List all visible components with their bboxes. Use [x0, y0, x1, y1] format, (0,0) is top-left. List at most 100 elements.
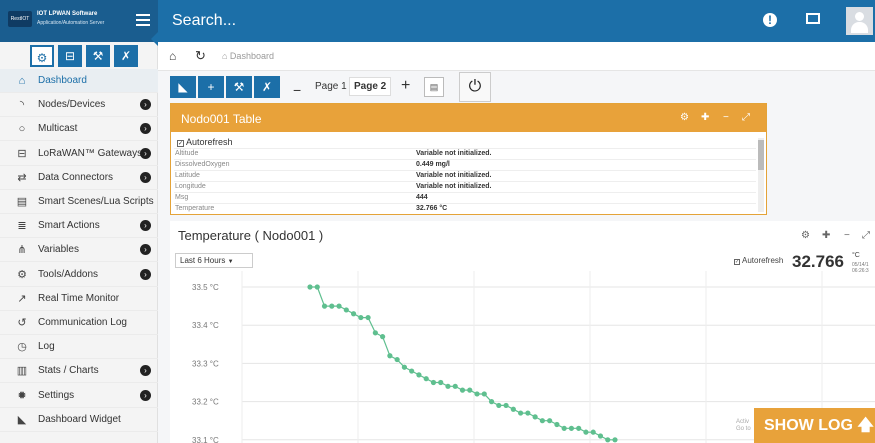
plug-icon[interactable]: ✗ — [254, 76, 280, 98]
sidebar-item-communication-log[interactable]: ↺ Communication Log — [0, 311, 158, 335]
search-input[interactable]: Search... — [172, 12, 236, 30]
data-point[interactable] — [459, 387, 466, 393]
data-point[interactable] — [350, 311, 357, 317]
data-point[interactable] — [416, 372, 422, 378]
data-point[interactable] — [576, 425, 582, 431]
sidebar-item-tools-addons[interactable]: ⚙ Tools/Addons › — [0, 263, 158, 287]
data-point[interactable] — [597, 433, 604, 439]
data-point[interactable] — [336, 303, 342, 309]
data-point[interactable] — [525, 410, 531, 416]
reload-icon[interactable]: ↻ — [195, 48, 206, 64]
data-point[interactable] — [430, 379, 437, 386]
sidebar-item-smart-scenes-lua-scripts[interactable]: ▤ Smart Scenes/Lua Scripts — [0, 190, 158, 214]
logo-area[interactable]: RestIOT IOT LPWAN Software Application/A… — [0, 0, 158, 42]
page-1-tab[interactable]: Page 1 — [315, 81, 347, 92]
data-point[interactable] — [517, 410, 524, 416]
hamburger-icon[interactable] — [136, 14, 150, 26]
chevron-right-icon[interactable]: › — [140, 171, 151, 183]
data-point[interactable] — [605, 437, 611, 443]
sidebar-item-settings[interactable]: ✹ Settings › — [0, 384, 158, 408]
data-point[interactable] — [438, 379, 444, 386]
sidebar-item-dashboard-widget[interactable]: ◣ Dashboard Widget — [0, 408, 158, 432]
add-page-button[interactable]: + — [401, 77, 410, 95]
sidebar-item-dashboard[interactable]: ⌂ Dashboard — [0, 69, 158, 93]
data-point[interactable] — [612, 437, 618, 443]
sidebar-item-multicast[interactable]: ○ Multicast › — [0, 117, 158, 142]
sidebar-item-nodes-devices[interactable]: ◝ Nodes/Devices › — [0, 93, 158, 118]
data-point[interactable] — [409, 368, 415, 374]
chevron-right-icon[interactable]: › — [140, 123, 151, 135]
data-point[interactable] — [307, 284, 313, 290]
gear-icon[interactable]: ⚙ — [680, 112, 689, 123]
data-point[interactable] — [503, 402, 509, 409]
wand-icon[interactable]: ⚒ — [226, 76, 252, 98]
gear-icon[interactable]: ⚙ — [801, 230, 810, 241]
minimize-icon[interactable]: − — [723, 112, 729, 123]
expand-icon[interactable]: ⤢ — [742, 112, 750, 123]
table-autorefresh[interactable]: ✓ Autorefresh — [177, 137, 233, 147]
plug-icon[interactable]: ✗ — [114, 45, 138, 67]
chevron-right-icon[interactable]: › — [140, 365, 151, 377]
data-point[interactable] — [590, 429, 596, 435]
chevron-right-icon[interactable]: › — [140, 244, 151, 256]
show-log-button[interactable]: SHOW LOG 🡅 — [754, 408, 875, 443]
sidebar-item-real-time-monitor[interactable]: ↗ Real Time Monitor — [0, 287, 158, 311]
breadcrumb[interactable]: ⌂ Dashboard — [222, 51, 274, 61]
data-point[interactable] — [474, 391, 480, 397]
move-icon[interactable]: ✚ — [822, 230, 830, 241]
data-point[interactable] — [358, 314, 364, 321]
data-point[interactable] — [401, 364, 408, 370]
sidebar-item-stats-charts[interactable]: ▥ Stats / Charts › — [0, 359, 158, 384]
sidebar-item-lorawan-gateways[interactable]: ⊟ LoRaWAN™ Gateways › — [0, 142, 158, 166]
move-icon[interactable]: ✚ — [701, 112, 709, 123]
data-point[interactable] — [321, 303, 328, 309]
scrollbar[interactable] — [758, 138, 764, 212]
lock-icon[interactable]: ⊟ — [58, 45, 82, 67]
chevron-right-icon[interactable]: › — [140, 389, 151, 401]
data-point[interactable] — [510, 406, 516, 412]
sidebar-item-data-connectors[interactable]: ⇄ Data Connectors › — [0, 166, 158, 190]
checkbox-icon[interactable]: ✓ — [177, 140, 184, 147]
sidebar-item-smart-actions[interactable]: ≣ Smart Actions › — [0, 214, 158, 239]
scrollbar-thumb[interactable] — [758, 140, 764, 170]
chevron-right-icon[interactable]: › — [140, 220, 151, 232]
chart-icon[interactable]: ◣ — [170, 76, 196, 98]
mail-icon[interactable] — [806, 13, 820, 24]
plus-icon[interactable]: + — [198, 76, 224, 98]
chart-autorefresh[interactable]: ✓ Autorefresh — [734, 256, 783, 265]
data-point[interactable] — [314, 284, 320, 290]
data-point[interactable] — [372, 330, 378, 336]
alert-icon[interactable]: ! — [763, 13, 777, 27]
data-point[interactable] — [387, 353, 393, 359]
data-point[interactable] — [365, 314, 371, 321]
data-point[interactable] — [532, 414, 538, 420]
data-point[interactable] — [583, 429, 589, 435]
data-point[interactable] — [539, 418, 545, 424]
chevron-right-icon[interactable]: › — [140, 99, 151, 111]
sidebar-item-variables[interactable]: ⋔ Variables › — [0, 238, 158, 263]
data-point[interactable] — [568, 425, 575, 431]
power-icon[interactable]: ⏻ — [459, 72, 491, 102]
wand-icon[interactable]: ⚒ — [86, 45, 110, 67]
user-avatar[interactable] — [846, 7, 873, 35]
data-point[interactable] — [445, 383, 451, 389]
chevron-right-icon[interactable]: › — [140, 147, 151, 159]
data-point[interactable] — [423, 376, 429, 382]
data-point[interactable] — [467, 387, 473, 393]
chevron-right-icon[interactable]: › — [140, 268, 151, 280]
data-point[interactable] — [561, 425, 567, 431]
data-point[interactable] — [452, 383, 458, 389]
save-icon[interactable]: ▤ — [424, 77, 444, 97]
data-point[interactable] — [496, 402, 502, 409]
data-point[interactable] — [380, 334, 386, 340]
data-point[interactable] — [547, 418, 553, 424]
data-point[interactable] — [329, 303, 335, 309]
checkbox-icon[interactable]: ✓ — [734, 259, 740, 265]
home-icon[interactable]: ⌂ — [169, 49, 176, 63]
range-select[interactable]: Last 6 Hours ▼ — [175, 253, 253, 268]
data-point[interactable] — [488, 399, 495, 405]
minimize-icon[interactable]: − — [844, 230, 850, 241]
sidebar-item-log[interactable]: ◷ Log — [0, 335, 158, 360]
data-point[interactable] — [394, 356, 400, 363]
page-2-tab[interactable]: Page 2 — [349, 77, 392, 96]
